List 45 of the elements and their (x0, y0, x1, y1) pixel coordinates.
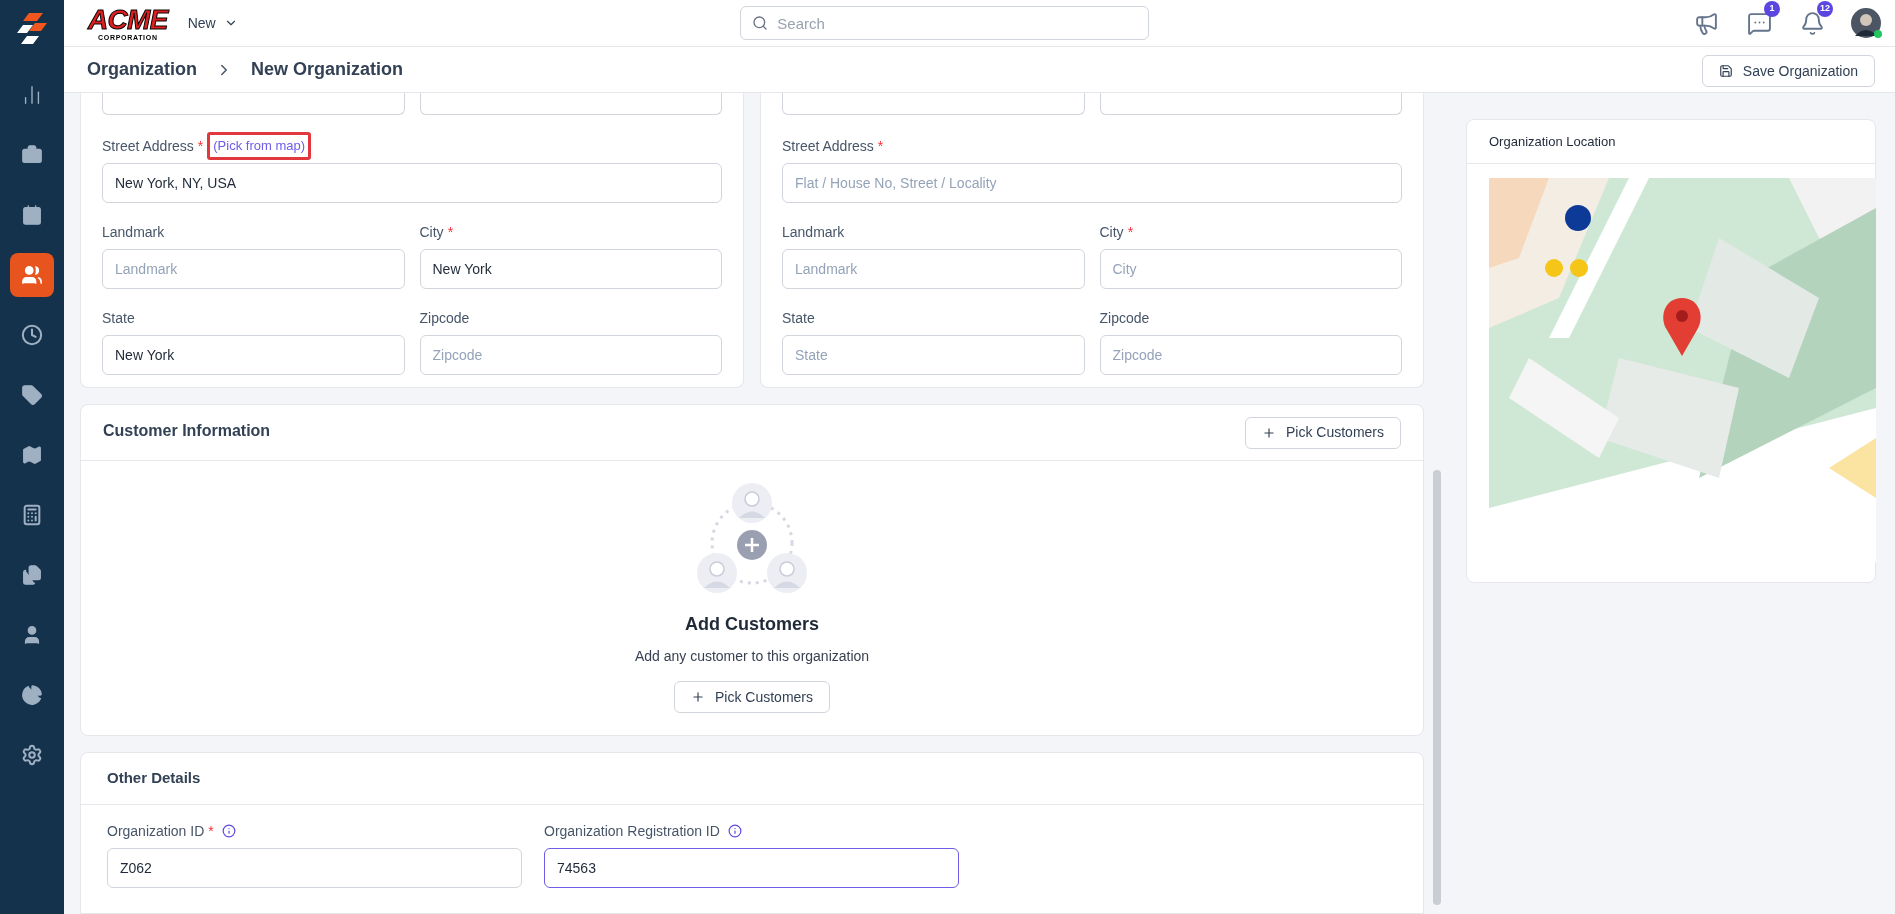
search-field[interactable]: Search (740, 6, 1150, 40)
count-badge: 12 (1817, 0, 1833, 17)
input-field[interactable]: 74563 (544, 848, 959, 888)
field-label: Landmark (102, 222, 165, 242)
breadcrumb-item[interactable]: Organization (87, 56, 197, 83)
field-label: Street Address (782, 136, 874, 156)
empty-state-title: Add Customers (685, 613, 819, 636)
input-field[interactable]: Landmark (102, 249, 405, 289)
input-field[interactable]: New York (419, 249, 722, 289)
input-field[interactable]: Zipcode (419, 335, 722, 375)
input-field[interactable]: Z062 (107, 848, 522, 888)
save-organization-button[interactable]: Save Organization (1701, 55, 1875, 87)
count-badge: 1 (1764, 0, 1780, 17)
logo-title: ACME (88, 5, 168, 34)
required-mark: * (197, 136, 204, 156)
card-title: Other Details (107, 768, 201, 789)
field-label: Zipcode (419, 308, 470, 328)
required-mark: * (877, 136, 884, 156)
empty-state-text: Add any customer to this organization (634, 647, 870, 666)
field-label: City (419, 222, 444, 242)
input-field[interactable]: New York, NY, USA (102, 163, 722, 203)
field-label: City (1099, 222, 1124, 242)
pick-customers-button[interactable]: Pick Customers (674, 681, 830, 713)
input-field[interactable]: Landmark (782, 249, 1085, 289)
new-menu[interactable]: New (187, 12, 238, 34)
field-label: Organization ID (107, 821, 205, 841)
field-label: Landmark (782, 222, 845, 242)
required-mark: * (1127, 222, 1134, 242)
breadcrumb-item: New Organization (251, 58, 404, 81)
field-label: State (102, 308, 135, 328)
pick-customers-button[interactable]: Pick Customers (1244, 416, 1401, 449)
input-field[interactable]: Flat / House No, Street / Locality (782, 163, 1402, 203)
required-mark: * (447, 222, 454, 242)
card-title: Organization Location (1489, 132, 1616, 151)
input-field[interactable]: State (782, 335, 1085, 375)
field-label: Street Address (102, 136, 194, 156)
field-label: Zipcode (1099, 308, 1150, 328)
input-field[interactable]: City (1099, 249, 1402, 289)
pick-from-map-link[interactable]: (Pick from map) (207, 132, 311, 160)
field-label: State (782, 308, 815, 328)
required-mark: * (208, 821, 214, 841)
field-label: Organization Registration ID (544, 821, 720, 841)
input-field[interactable]: Zipcode (1099, 335, 1402, 375)
input-field[interactable]: New York (102, 335, 405, 375)
card-title: Customer Information (103, 420, 271, 441)
